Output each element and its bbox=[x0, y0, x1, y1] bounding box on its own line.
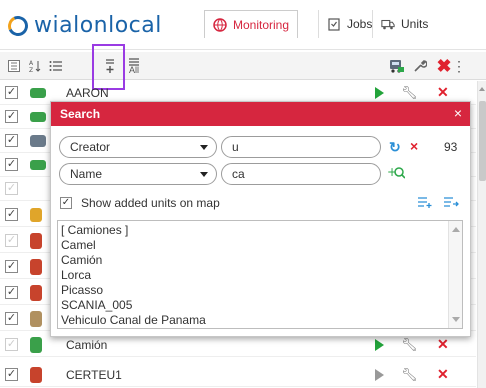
result-item[interactable]: Vehiculo Canal de Panama bbox=[61, 313, 206, 327]
more-icon[interactable]: ⋮ bbox=[452, 56, 466, 76]
tab-monitoring[interactable]: Monitoring bbox=[204, 10, 299, 38]
list-icon[interactable] bbox=[46, 56, 66, 76]
sort-az-icon[interactable]: AZ bbox=[26, 56, 46, 76]
scroll-up-icon[interactable] bbox=[479, 87, 485, 91]
wrench-icon[interactable]: 🔧︎ bbox=[401, 337, 418, 353]
person-icon bbox=[30, 310, 42, 327]
unit-name: Camión bbox=[66, 337, 108, 352]
result-item[interactable]: Camión bbox=[61, 253, 102, 267]
unit-name: CERTEU1 bbox=[66, 367, 122, 382]
unit-checkbox[interactable]: ✓ bbox=[5, 286, 18, 299]
search-dialog-header: Search × bbox=[51, 102, 470, 126]
unit-checkbox[interactable]: ✓ bbox=[5, 158, 18, 171]
units-toolbar: AZ All ✖ ⋮ bbox=[0, 52, 486, 80]
unit-checkbox[interactable]: ✓ bbox=[5, 234, 18, 247]
tab-jobs[interactable]: Jobs bbox=[318, 10, 380, 38]
shield-icon bbox=[30, 207, 42, 222]
search-results-list[interactable]: [ Camiones ] Camel Camión Lorca Picasso … bbox=[57, 220, 463, 329]
logo-ring-icon bbox=[5, 12, 31, 39]
unit-name: AARON bbox=[66, 85, 109, 100]
search-dialog: Search × Creator u ↻ × 93 Name ca + ✓ Sh… bbox=[50, 101, 471, 337]
svg-text:Z: Z bbox=[29, 67, 33, 73]
tab-jobs-label: Jobs bbox=[347, 17, 373, 31]
delete-icon[interactable]: ✖ bbox=[434, 56, 454, 76]
chevron-down-icon bbox=[200, 145, 208, 150]
truck-icon bbox=[381, 17, 395, 31]
add-criterion-icon[interactable]: + bbox=[387, 165, 406, 183]
add-all-to-list-icon[interactable] bbox=[417, 196, 433, 210]
scroll-down-icon[interactable] bbox=[452, 317, 460, 322]
unit-checkbox[interactable]: ✓ bbox=[5, 86, 18, 99]
car-icon bbox=[30, 111, 46, 122]
scroll-up-icon[interactable] bbox=[452, 227, 460, 232]
unit-checkbox[interactable]: ✓ bbox=[5, 110, 18, 123]
car-icon bbox=[30, 87, 46, 98]
delete-icon[interactable]: ✕ bbox=[437, 84, 449, 101]
criterion-value-text: ca bbox=[232, 167, 245, 181]
add-selected-to-list-icon[interactable] bbox=[443, 196, 459, 210]
result-item[interactable]: Picasso bbox=[61, 283, 103, 297]
play-icon[interactable] bbox=[375, 86, 384, 99]
close-icon[interactable]: × bbox=[454, 105, 462, 121]
results-scrollbar[interactable] bbox=[448, 221, 462, 328]
logo-text: wialon bbox=[34, 13, 109, 38]
show-all-button[interactable]: All bbox=[124, 56, 144, 76]
play-icon[interactable] bbox=[375, 338, 384, 351]
bottle-icon bbox=[30, 284, 42, 301]
remove-criterion-icon[interactable]: × bbox=[410, 139, 418, 153]
chevron-down-icon bbox=[200, 172, 208, 177]
wrench-icon[interactable] bbox=[410, 56, 430, 76]
delete-icon[interactable]: ✕ bbox=[437, 336, 449, 353]
criterion-value-input[interactable]: u bbox=[221, 136, 381, 158]
globe-icon bbox=[213, 17, 227, 32]
select-all-icon[interactable] bbox=[4, 56, 24, 76]
unit-list-scrollbar[interactable] bbox=[477, 81, 486, 388]
show-on-map-row[interactable]: ✓ Show added units on map bbox=[60, 196, 220, 210]
delete-icon[interactable]: ✕ bbox=[437, 366, 449, 383]
scroll-thumb[interactable] bbox=[479, 101, 486, 181]
search-dialog-title: Search bbox=[60, 107, 101, 121]
bottle-icon bbox=[30, 366, 42, 383]
tab-monitoring-label: Monitoring bbox=[233, 17, 290, 32]
unit-checkbox[interactable]: ✓ bbox=[5, 134, 18, 147]
criterion-field-select[interactable]: Creator bbox=[59, 136, 217, 158]
bottle-icon bbox=[30, 336, 42, 353]
criterion-value-text: u bbox=[232, 140, 239, 154]
result-item[interactable]: SCANIA_005 bbox=[61, 298, 132, 312]
criterion-field-select[interactable]: Name bbox=[59, 163, 217, 185]
svg-text:A: A bbox=[29, 60, 34, 67]
tab-units-label: Units bbox=[401, 17, 429, 31]
refresh-icon[interactable]: ↻ bbox=[389, 140, 401, 154]
show-on-map-checkbox[interactable]: ✓ bbox=[60, 197, 72, 209]
criterion-field-value: Name bbox=[70, 167, 103, 181]
result-item[interactable]: [ Camiones ] bbox=[61, 223, 128, 237]
unit-checkbox[interactable]: ✓ bbox=[5, 312, 18, 325]
wrench-icon[interactable]: 🔧︎ bbox=[401, 367, 418, 383]
show-on-map-label: Show added units on map bbox=[81, 196, 220, 210]
criterion-field-value: Creator bbox=[70, 140, 111, 154]
bottle-icon bbox=[30, 258, 42, 275]
unit-row[interactable]: ✓ CERTEU1 🔧︎ ✕ bbox=[0, 363, 476, 387]
unit-checkbox[interactable]: ✓ bbox=[5, 182, 18, 195]
car-icon bbox=[30, 159, 46, 170]
truck-toolbar-icon[interactable] bbox=[386, 56, 406, 76]
clipboard-icon bbox=[327, 17, 341, 31]
result-item[interactable]: Camel bbox=[61, 238, 96, 252]
truck-icon bbox=[30, 134, 46, 147]
logo-text-local: local bbox=[108, 13, 162, 38]
result-count: 93 bbox=[444, 140, 458, 154]
show-all-label: All bbox=[128, 64, 139, 75]
wrench-icon[interactable]: 🔧︎ bbox=[401, 85, 418, 101]
unit-checkbox[interactable]: ✓ bbox=[5, 338, 18, 351]
unit-checkbox[interactable]: ✓ bbox=[5, 208, 18, 221]
bottle-icon bbox=[30, 232, 42, 249]
result-item[interactable]: Lorca bbox=[61, 268, 91, 282]
unit-checkbox[interactable]: ✓ bbox=[5, 260, 18, 273]
tab-units[interactable]: Units bbox=[372, 10, 436, 38]
play-icon[interactable] bbox=[375, 368, 384, 381]
app-header: wialonlocal Monitoring Jobs Units bbox=[0, 0, 486, 50]
criterion-value-input[interactable]: ca bbox=[221, 163, 381, 185]
wialon-local-logo[interactable]: wialonlocal bbox=[5, 12, 162, 39]
unit-checkbox[interactable]: ✓ bbox=[5, 368, 18, 381]
